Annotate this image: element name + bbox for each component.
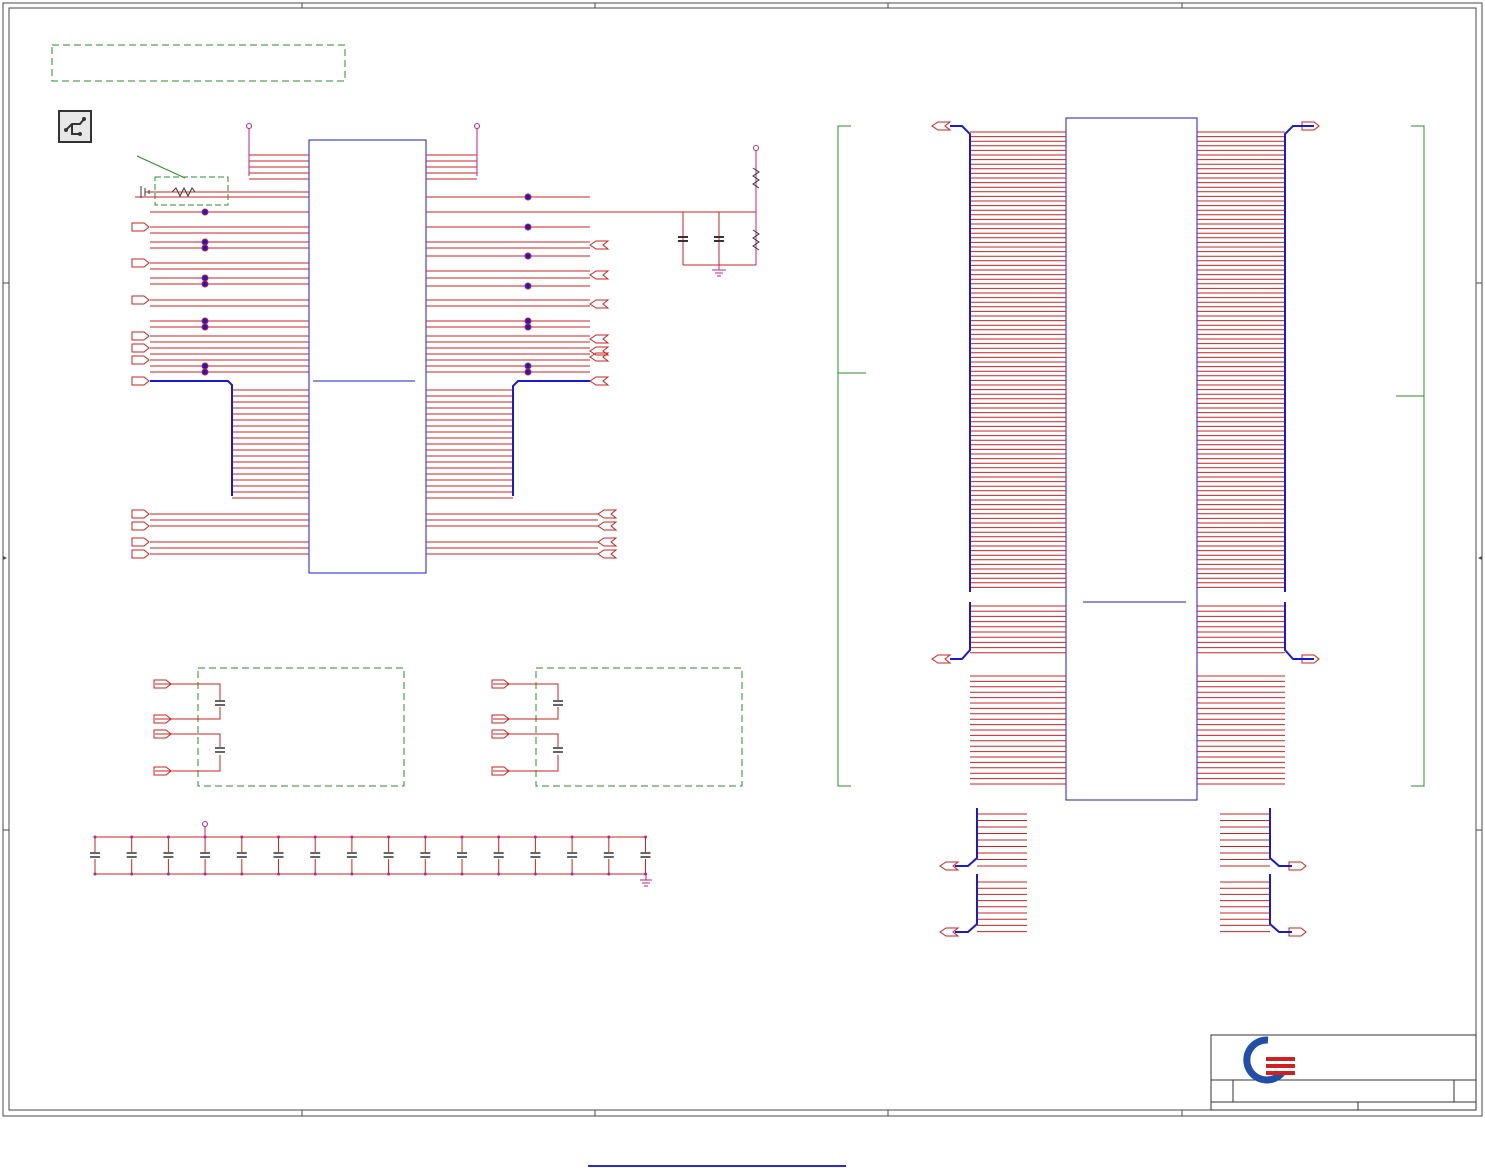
junction-dot [201, 244, 209, 252]
port-connector[interactable] [131, 521, 150, 531]
junction-dot [524, 368, 532, 376]
resistor-r1[interactable] [135, 155, 309, 206]
junction-dot [201, 317, 209, 325]
ic-u1-body[interactable] [308, 139, 427, 574]
port-connector[interactable] [131, 343, 150, 353]
off-page-connectors [131, 121, 1320, 937]
junction-dot [524, 282, 532, 290]
junction-dot [201, 274, 209, 282]
junction-dot [201, 323, 209, 331]
junction-dot [201, 208, 209, 216]
junction-dot [201, 280, 209, 288]
u1-right-bus [512, 380, 590, 496]
junction-dot [524, 223, 532, 231]
port-connector[interactable] [131, 537, 150, 547]
port-connector[interactable] [597, 509, 618, 519]
hyperlink-underline[interactable] [588, 1165, 846, 1167]
port-connector[interactable] [589, 270, 610, 280]
port-connector[interactable] [597, 537, 618, 547]
cap-group-right[interactable] [493, 667, 743, 787]
u1-power-pins [246, 123, 759, 265]
note-box-top [51, 44, 346, 82]
port-connector[interactable] [131, 376, 150, 386]
company-logo-icon [1243, 1036, 1295, 1084]
port-connector[interactable] [131, 258, 150, 268]
schematic-badge-icon[interactable] [58, 110, 92, 143]
junction-dot [524, 193, 532, 201]
junction-dot [201, 368, 209, 376]
port-connector[interactable] [589, 299, 610, 309]
junction-dot [524, 323, 532, 331]
port-connector[interactable] [589, 240, 610, 250]
port-connector[interactable] [131, 295, 150, 305]
port-connector[interactable] [589, 346, 610, 356]
port-connector[interactable] [131, 222, 150, 232]
rc-network[interactable] [426, 167, 760, 277]
port-connector[interactable] [931, 654, 952, 664]
decoupling-cap-row[interactable] [90, 821, 652, 887]
port-connector[interactable] [597, 549, 618, 559]
port-connector[interactable] [589, 334, 610, 344]
bracket-left [837, 125, 866, 787]
port-connector[interactable] [131, 355, 150, 365]
j1-pins [970, 131, 1285, 933]
port-connector[interactable] [131, 549, 150, 559]
port-connector[interactable] [589, 352, 610, 362]
port-connector[interactable] [589, 376, 610, 386]
u1-left-bus [150, 380, 233, 496]
cap-group-left[interactable] [155, 667, 405, 787]
junction-dot [201, 238, 209, 246]
port-connector[interactable] [131, 509, 150, 519]
junction-dot [201, 362, 209, 370]
u1-left-pins [150, 154, 309, 555]
junction-dot [524, 317, 532, 325]
port-connector[interactable] [131, 331, 150, 341]
connector-j1-body[interactable] [1065, 117, 1198, 801]
junction-dot [524, 362, 532, 370]
schematic-sheet [2, 2, 1483, 1117]
junction-dot [524, 252, 532, 260]
port-connector[interactable] [597, 521, 618, 531]
port-connector[interactable] [931, 121, 952, 131]
bracket-right [1396, 125, 1425, 787]
